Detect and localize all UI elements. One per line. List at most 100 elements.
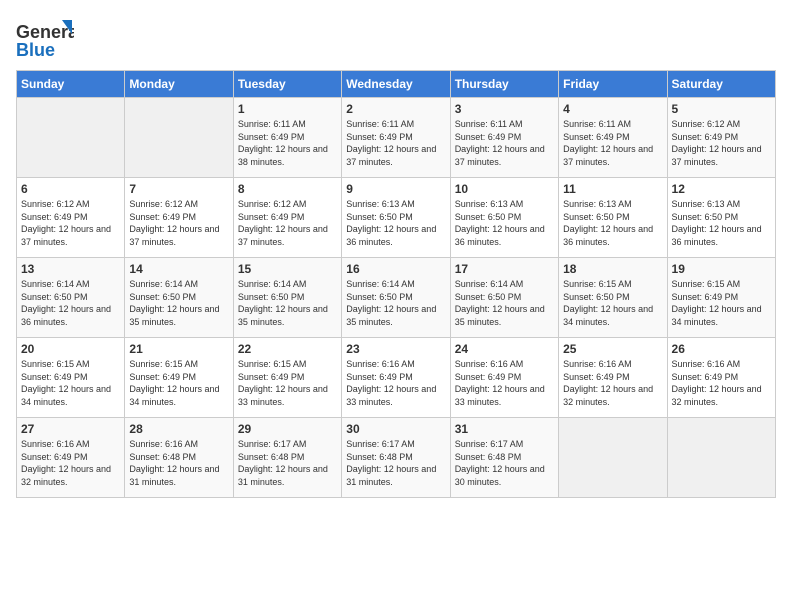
day-number: 10 (455, 182, 554, 196)
calendar-cell: 17 Sunrise: 6:14 AMSunset: 6:50 PMDayligh… (450, 258, 558, 338)
day-info: Sunrise: 6:16 AMSunset: 6:49 PMDaylight:… (672, 358, 771, 408)
day-number: 6 (21, 182, 120, 196)
day-info: Sunrise: 6:11 AMSunset: 6:49 PMDaylight:… (563, 118, 662, 168)
day-info: Sunrise: 6:11 AMSunset: 6:49 PMDaylight:… (238, 118, 337, 168)
day-number: 8 (238, 182, 337, 196)
day-number: 29 (238, 422, 337, 436)
day-number: 21 (129, 342, 228, 356)
calendar-cell: 18 Sunrise: 6:15 AMSunset: 6:50 PMDayligh… (559, 258, 667, 338)
column-header-tuesday: Tuesday (233, 71, 341, 98)
svg-text:General: General (16, 22, 74, 42)
day-number: 20 (21, 342, 120, 356)
calendar-cell: 9Sunrise: 6:13 AMSunset: 6:50 PMDaylight… (342, 178, 450, 258)
column-header-wednesday: Wednesday (342, 71, 450, 98)
calendar-cell: 13Sunrise: 6:14 AMSunset: 6:50 PMDayligh… (17, 258, 125, 338)
calendar-cell: 3Sunrise: 6:11 AMSunset: 6:49 PMDaylight… (450, 98, 558, 178)
day-number: 18 (563, 262, 662, 276)
day-info: Sunrise: 6:17 AMSunset: 6:48 PMDaylight:… (346, 438, 445, 488)
calendar-cell: 11Sunrise: 6:13 AMSunset: 6:50 PMDayligh… (559, 178, 667, 258)
day-number: 3 (455, 102, 554, 116)
calendar-cell (125, 98, 233, 178)
day-number: 30 (346, 422, 445, 436)
week-row-4: 20 Sunrise: 6:15 AMSunset: 6:49 PMDayligh… (17, 338, 776, 418)
logo-icon: General Blue (16, 16, 74, 60)
calendar-cell: 12 Sunrise: 6:13 AMSunset: 6:50 PMDayligh… (667, 178, 775, 258)
calendar-cell: 29 Sunrise: 6:17 AMSunset: 6:48 PMDayligh… (233, 418, 341, 498)
day-number: 2 (346, 102, 445, 116)
day-number: 16 (346, 262, 445, 276)
day-info: Sunrise: 6:14 AMSunset: 6:50 PMDaylight:… (129, 278, 228, 328)
day-info: Sunrise: 6:16 AMSunset: 6:48 PMDaylight:… (129, 438, 228, 488)
day-info: Sunrise: 6:12 AMSunset: 6:49 PMDaylight:… (672, 118, 771, 168)
calendar-cell: 27Sunrise: 6:16 AMSunset: 6:49 PMDayligh… (17, 418, 125, 498)
day-number: 31 (455, 422, 554, 436)
day-info: Sunrise: 6:17 AMSunset: 6:48 PMDaylight:… (455, 438, 554, 488)
calendar-cell: 31 Sunrise: 6:17 AMSunset: 6:48 PMDayligh… (450, 418, 558, 498)
day-info: Sunrise: 6:12 AMSunset: 6:49 PMDaylight:… (238, 198, 337, 248)
week-row-5: 27Sunrise: 6:16 AMSunset: 6:49 PMDayligh… (17, 418, 776, 498)
calendar-cell: 1 Sunrise: 6:11 AMSunset: 6:49 PMDaylight… (233, 98, 341, 178)
calendar-cell: 28 Sunrise: 6:16 AMSunset: 6:48 PMDayligh… (125, 418, 233, 498)
day-number: 4 (563, 102, 662, 116)
day-info: Sunrise: 6:14 AMSunset: 6:50 PMDaylight:… (346, 278, 445, 328)
header: General Blue (16, 16, 776, 60)
day-number: 19 (672, 262, 771, 276)
day-number: 24 (455, 342, 554, 356)
day-info: Sunrise: 6:17 AMSunset: 6:48 PMDaylight:… (238, 438, 337, 488)
day-info: Sunrise: 6:14 AMSunset: 6:50 PMDaylight:… (455, 278, 554, 328)
day-number: 26 (672, 342, 771, 356)
day-number: 5 (672, 102, 771, 116)
calendar-cell: 4 Sunrise: 6:11 AMSunset: 6:49 PMDaylight… (559, 98, 667, 178)
day-number: 27 (21, 422, 120, 436)
calendar-cell: 22 Sunrise: 6:15 AMSunset: 6:49 PMDayligh… (233, 338, 341, 418)
calendar-cell: 16 Sunrise: 6:14 AMSunset: 6:50 PMDayligh… (342, 258, 450, 338)
day-number: 23 (346, 342, 445, 356)
day-info: Sunrise: 6:16 AMSunset: 6:49 PMDaylight:… (346, 358, 445, 408)
day-info: Sunrise: 6:14 AMSunset: 6:50 PMDaylight:… (238, 278, 337, 328)
calendar-cell: 7 Sunrise: 6:12 AMSunset: 6:49 PMDaylight… (125, 178, 233, 258)
calendar-cell (559, 418, 667, 498)
day-number: 25 (563, 342, 662, 356)
day-number: 1 (238, 102, 337, 116)
day-info: Sunrise: 6:15 AMSunset: 6:50 PMDaylight:… (563, 278, 662, 328)
day-number: 15 (238, 262, 337, 276)
calendar-cell: 2 Sunrise: 6:11 AMSunset: 6:49 PMDaylight… (342, 98, 450, 178)
day-info: Sunrise: 6:15 AMSunset: 6:49 PMDaylight:… (21, 358, 120, 408)
calendar-cell (17, 98, 125, 178)
day-number: 12 (672, 182, 771, 196)
calendar-cell: 26 Sunrise: 6:16 AMSunset: 6:49 PMDayligh… (667, 338, 775, 418)
day-info: Sunrise: 6:15 AMSunset: 6:49 PMDaylight:… (672, 278, 771, 328)
day-info: Sunrise: 6:11 AMSunset: 6:49 PMDaylight:… (346, 118, 445, 168)
day-info: Sunrise: 6:13 AMSunset: 6:50 PMDaylight:… (672, 198, 771, 248)
day-info: Sunrise: 6:13 AMSunset: 6:50 PMDaylight:… (455, 198, 554, 248)
day-number: 9 (346, 182, 445, 196)
day-info: Sunrise: 6:12 AMSunset: 6:49 PMDaylight:… (21, 198, 120, 248)
calendar-cell: 8 Sunrise: 6:12 AMSunset: 6:49 PMDaylight… (233, 178, 341, 258)
week-row-3: 13 Sunrise: 6:14 AMSunset: 6:50 PMDayligh… (17, 258, 776, 338)
day-number: 28 (129, 422, 228, 436)
calendar-cell: 15 Sunrise: 6:14 AMSunset: 6:50 PMDayligh… (233, 258, 341, 338)
column-header-sunday: Sunday (17, 71, 125, 98)
calendar-cell: 24 Sunrise: 6:16 AMSunset: 6:49 PMDayligh… (450, 338, 558, 418)
day-info: Sunrise: 6:15 AMSunset: 6:49 PMDaylight:… (238, 358, 337, 408)
calendar-cell: 14 Sunrise: 6:14 AMSunset: 6:50 PMDayligh… (125, 258, 233, 338)
day-number: 7 (129, 182, 228, 196)
day-number: 13 (21, 262, 120, 276)
day-number: 14 (129, 262, 228, 276)
calendar-cell: 25 Sunrise: 6:16 AMSunset: 6:49 PMDayligh… (559, 338, 667, 418)
calendar-table: SundayMondayTuesdayWednesdayThursdayFrid… (16, 70, 776, 498)
day-number: 22 (238, 342, 337, 356)
calendar-cell: 23 Sunrise: 6:16 AMSunset: 6:49 PMDayligh… (342, 338, 450, 418)
day-info: Sunrise: 6:16 AMSunset: 6:49 PMDaylight:… (455, 358, 554, 408)
day-info: Sunrise: 6:12 AMSunset: 6:49 PMDaylight:… (129, 198, 228, 248)
day-number: 17 (455, 262, 554, 276)
day-info: Sunrise: 6:15 AMSunset: 6:49 PMDaylight:… (129, 358, 228, 408)
week-row-1: 1 Sunrise: 6:11 AMSunset: 6:49 PMDaylight… (17, 98, 776, 178)
calendar-cell: 19 Sunrise: 6:15 AMSunset: 6:49 PMDayligh… (667, 258, 775, 338)
day-number: 11 (563, 182, 662, 196)
column-header-thursday: Thursday (450, 71, 558, 98)
calendar-cell: 10 Sunrise: 6:13 AMSunset: 6:50 PMDayligh… (450, 178, 558, 258)
header-row: SundayMondayTuesdayWednesdayThursdayFrid… (17, 71, 776, 98)
day-info: Sunrise: 6:16 AMSunset: 6:49 PMDaylight:… (563, 358, 662, 408)
calendar-cell: 30 Sunrise: 6:17 AMSunset: 6:48 PMDayligh… (342, 418, 450, 498)
